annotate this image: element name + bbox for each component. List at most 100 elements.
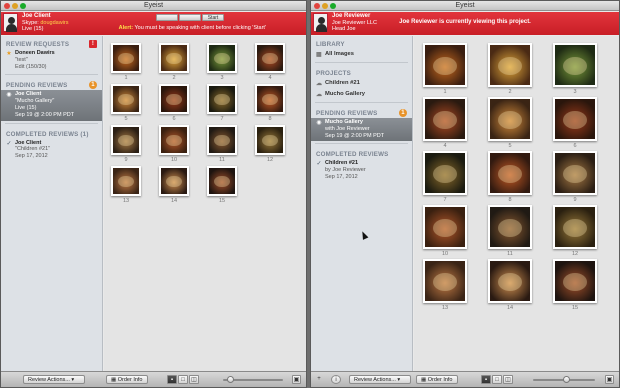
- thumbnail-image[interactable]: [207, 166, 237, 196]
- fullscreen-icon[interactable]: ▣: [605, 375, 614, 384]
- thumbnail-item[interactable]: 6: [159, 84, 189, 122]
- compare-view-icon[interactable]: ◫: [503, 375, 513, 384]
- thumbnail-image[interactable]: [488, 205, 532, 249]
- thumbnail-image[interactable]: [111, 43, 141, 73]
- star-icon: ★: [6, 51, 12, 57]
- thumbnail-image[interactable]: [255, 125, 285, 155]
- thumbnail-image[interactable]: [255, 43, 285, 73]
- thumbnail-image[interactable]: [111, 125, 141, 155]
- divider: [5, 74, 98, 76]
- thumbnail-image[interactable]: [159, 166, 189, 196]
- thumbnail-item[interactable]: 9: [553, 151, 597, 203]
- sidebar-item-all-images[interactable]: ▦ All Images: [311, 49, 412, 60]
- thumbnail-item[interactable]: 7: [423, 151, 467, 203]
- thumbnail-item[interactable]: 11: [488, 205, 532, 257]
- thumbnail-item[interactable]: 3: [207, 43, 237, 81]
- thumbnail-size-slider[interactable]: [533, 376, 595, 383]
- thumbnail-image[interactable]: [159, 43, 189, 73]
- image-grid: 1 2 3 4 5 6 7 8 9 10 11 12 13 14 15: [414, 36, 619, 371]
- slider-knob[interactable]: [227, 376, 234, 383]
- completed-review-item[interactable]: ✓ Children #21 by Joe Reviewer Sep 17, 2…: [311, 159, 412, 182]
- thumbnail-number: 8: [268, 116, 272, 122]
- thumbnail-image[interactable]: [553, 43, 597, 87]
- pending-review-item[interactable]: ◉ Mucho Gallery with Joe Reviewer Sep 19…: [311, 118, 412, 142]
- completed-reviews-header: COMPLETED REVIEWS: [316, 151, 389, 159]
- thumbnail-item[interactable]: 12: [553, 205, 597, 257]
- thumbnail-item[interactable]: 4: [423, 97, 467, 149]
- thumbnail-item[interactable]: 8: [488, 151, 532, 203]
- start-button[interactable]: Start: [202, 14, 224, 21]
- thumbnail-item[interactable]: 14: [488, 259, 532, 311]
- thumbnail-item[interactable]: 8: [255, 84, 285, 122]
- thumbnail-item[interactable]: 1: [423, 43, 467, 95]
- thumbnail-item[interactable]: 3: [553, 43, 597, 95]
- thumbnail-item[interactable]: 2: [488, 43, 532, 95]
- divider: [315, 102, 408, 103]
- thumbnail-image[interactable]: [423, 97, 467, 141]
- thumbnail-image[interactable]: [111, 166, 141, 196]
- thumbnail-image[interactable]: [488, 43, 532, 87]
- project-icon: ☁: [316, 81, 322, 87]
- slider-knob[interactable]: [563, 376, 570, 383]
- thumbnail-item[interactable]: 10: [423, 205, 467, 257]
- thumbnail-image[interactable]: [207, 84, 237, 114]
- info-icon[interactable]: i: [331, 375, 341, 384]
- session-control-2[interactable]: [179, 14, 201, 21]
- thumbnail-size-slider[interactable]: [223, 376, 283, 383]
- review-actions-button[interactable]: Review Actions... ▾: [23, 375, 85, 384]
- grid-view-icon[interactable]: ▪: [481, 375, 491, 384]
- thumbnail-image[interactable]: [255, 84, 285, 114]
- thumbnail-image[interactable]: [488, 97, 532, 141]
- single-view-icon[interactable]: □: [178, 375, 188, 384]
- compare-view-icon[interactable]: ◫: [189, 375, 199, 384]
- thumbnail-image[interactable]: [488, 151, 532, 195]
- thumbnail-item[interactable]: 15: [207, 166, 237, 204]
- review-actions-button[interactable]: Review Actions... ▾: [349, 375, 411, 384]
- session-control-1[interactable]: [156, 14, 178, 21]
- completed-reviews-header: COMPLETED REVIEWS (1): [1, 126, 102, 139]
- sidebar-item-mucho-gallery[interactable]: ☁ Mucho Gallery: [311, 89, 412, 100]
- thumbnail-image[interactable]: [553, 259, 597, 303]
- thumbnail-item[interactable]: 11: [207, 125, 237, 163]
- thumbnail-item[interactable]: 15: [553, 259, 597, 311]
- thumbnail-image[interactable]: [423, 259, 467, 303]
- single-view-icon[interactable]: □: [492, 375, 502, 384]
- completed-review-item[interactable]: ✓ Joe Client "Children #21" Sep 17, 2012: [1, 139, 102, 162]
- thumbnail-item[interactable]: 9: [111, 125, 141, 163]
- thumbnail-number: 7: [220, 116, 224, 122]
- thumbnail-item[interactable]: 2: [159, 43, 189, 81]
- thumbnail-image[interactable]: [159, 125, 189, 155]
- thumbnail-number: 10: [170, 157, 178, 163]
- thumbnail-image[interactable]: [423, 205, 467, 249]
- grid-view-icon[interactable]: ▪: [167, 375, 177, 384]
- thumbnail-image[interactable]: [159, 84, 189, 114]
- thumbnail-item[interactable]: 14: [159, 166, 189, 204]
- thumbnail-item[interactable]: 13: [111, 166, 141, 204]
- thumbnail-item[interactable]: 1: [111, 43, 141, 81]
- order-info-button[interactable]: ▦ Order Info: [416, 375, 458, 384]
- thumbnail-image[interactable]: [488, 259, 532, 303]
- thumbnail-item[interactable]: 7: [207, 84, 237, 122]
- fullscreen-icon[interactable]: ▣: [292, 375, 301, 384]
- thumbnail-item[interactable]: 5: [488, 97, 532, 149]
- thumbnail-item[interactable]: 6: [553, 97, 597, 149]
- thumbnail-image[interactable]: [423, 43, 467, 87]
- pending-review-item[interactable]: ◉ Joe Client "Mucho Gallery" Live (15) S…: [1, 90, 102, 121]
- thumbnail-image[interactable]: [553, 97, 597, 141]
- thumbnail-item[interactable]: 13: [423, 259, 467, 311]
- review-request-item[interactable]: ★ Doneen Dawirs "test" Edit (150/30): [1, 49, 102, 72]
- thumbnail-image[interactable]: [553, 151, 597, 195]
- add-icon[interactable]: +: [314, 375, 324, 384]
- thumbnail-image[interactable]: [207, 43, 237, 73]
- thumbnail-item[interactable]: 10: [159, 125, 189, 163]
- thumbnail-image[interactable]: [553, 205, 597, 249]
- thumbnail-image[interactable]: [111, 84, 141, 114]
- thumbnail-image[interactable]: [207, 125, 237, 155]
- thumbnail-item[interactable]: 5: [111, 84, 141, 122]
- thumbnail-item[interactable]: 12: [255, 125, 285, 163]
- sidebar-item-children-21[interactable]: ☁ Children #21: [311, 78, 412, 89]
- thumbnail-item[interactable]: 4: [255, 43, 285, 81]
- thumbnail-image[interactable]: [423, 151, 467, 195]
- order-info-button[interactable]: ▦ Order Info: [106, 375, 148, 384]
- thumbnail-number: 3: [573, 89, 577, 95]
